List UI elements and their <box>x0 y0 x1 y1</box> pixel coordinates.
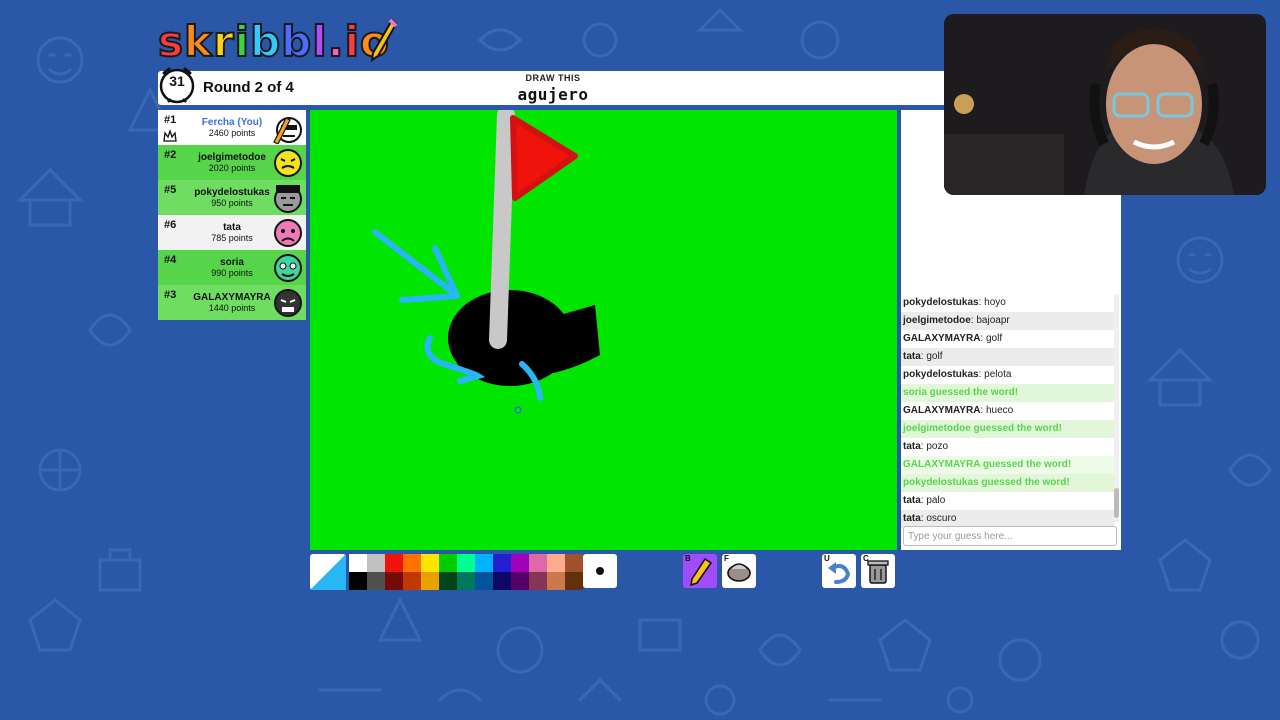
logo-text: skribbl.io <box>157 16 390 67</box>
logo-pencil-icon <box>370 18 398 63</box>
color-swatch[interactable] <box>385 572 403 590</box>
chat-message: pokydelostukas: pelota <box>903 369 1012 380</box>
fill-hotkey: F <box>724 554 729 563</box>
color-swatch[interactable] <box>457 554 475 572</box>
crown-icon <box>163 128 177 142</box>
webcam-overlay <box>944 14 1266 195</box>
player-list: #1 Fercha (You) 2460 points #2 joelgimet… <box>158 110 306 320</box>
round-indicator: Round 2 of 4 <box>203 79 294 96</box>
player-avatar <box>273 117 302 144</box>
chat-guessed-message: pokydelostukas guessed the word! <box>901 474 1114 492</box>
color-preview <box>310 554 346 590</box>
chat-messages: pokydelostukas: hoyo joelgimetodoe: bajo… <box>901 294 1114 528</box>
color-swatch[interactable] <box>511 572 529 590</box>
color-swatch[interactable] <box>475 572 493 590</box>
color-swatch[interactable] <box>565 554 583 572</box>
undo-hotkey: U <box>824 554 830 563</box>
color-swatch[interactable] <box>349 554 367 572</box>
chat-message: tata: palo <box>903 495 946 506</box>
player-row[interactable]: #2 joelgimetodoe 2020 points <box>158 145 306 180</box>
color-swatch[interactable] <box>349 572 367 590</box>
color-swatch[interactable] <box>367 554 385 572</box>
player-avatar <box>274 185 302 213</box>
drawing-canvas[interactable] <box>310 106 897 550</box>
color-palette <box>349 554 583 590</box>
player-avatar <box>274 219 302 247</box>
brush-size-dot <box>596 567 604 575</box>
drawing <box>372 106 600 414</box>
color-swatch[interactable] <box>547 572 565 590</box>
color-swatch[interactable] <box>385 554 403 572</box>
color-swatch[interactable] <box>439 554 457 572</box>
player-row[interactable]: #4 soria 990 points <box>158 250 306 285</box>
clear-button[interactable]: C <box>861 554 895 588</box>
undo-button[interactable]: U <box>822 554 856 588</box>
player-row[interactable]: #5 pokydelostukas 950 points <box>158 180 306 215</box>
chat-guessed-message: GALAXYMAYRA guessed the word! <box>901 456 1114 474</box>
color-swatch[interactable] <box>439 572 457 590</box>
brush-size-selector[interactable] <box>583 554 617 588</box>
clear-hotkey: C <box>863 554 869 563</box>
draw-this-label: DRAW THIS <box>525 73 581 83</box>
guess-input[interactable]: Type your guess here... <box>903 526 1117 546</box>
brush-tool-button[interactable]: B <box>683 554 717 588</box>
chat-message: GALAXYMAYRA: golf <box>903 333 1003 344</box>
player-row[interactable]: #3 GALAXYMAYRA 1440 points <box>158 285 306 320</box>
player-row[interactable]: #6 tata 785 points <box>158 215 306 250</box>
chat-message: tata: pozo <box>903 441 949 452</box>
streamer-webcam <box>944 14 1266 195</box>
timer: 31 <box>158 67 198 107</box>
timer-value: 31 <box>169 73 185 89</box>
color-swatch[interactable] <box>421 572 439 590</box>
current-color-swatch <box>310 554 346 590</box>
color-swatch[interactable] <box>547 554 565 572</box>
color-swatch[interactable] <box>403 572 421 590</box>
brush-hotkey: B <box>685 554 691 563</box>
color-swatch[interactable] <box>457 572 475 590</box>
word-to-draw: agujero <box>517 85 589 104</box>
player-avatar <box>274 254 302 282</box>
color-swatch[interactable] <box>475 554 493 572</box>
color-swatch[interactable] <box>493 572 511 590</box>
player-avatar <box>274 289 302 317</box>
color-swatch[interactable] <box>511 554 529 572</box>
game-header: 31 Round 2 of 4 DRAW THIS agujero <box>158 67 948 105</box>
chat-message: joelgimetodoe: bajoapr <box>901 312 1114 330</box>
color-swatch[interactable] <box>403 554 421 572</box>
color-swatch[interactable] <box>421 554 439 572</box>
chat-message: pokydelostukas: hoyo <box>903 297 1006 308</box>
color-swatch[interactable] <box>529 554 547 572</box>
player-row[interactable]: #1 Fercha (You) 2460 points <box>158 110 306 145</box>
chat-guessed-message: soria guessed the word! <box>901 384 1114 402</box>
color-swatch[interactable] <box>565 572 583 590</box>
chat-scroll-thumb[interactable] <box>1114 488 1119 518</box>
current-color[interactable] <box>310 554 346 590</box>
fill-tool-button[interactable]: F <box>722 554 756 588</box>
color-swatch[interactable] <box>529 572 547 590</box>
chat-message: tata: golf <box>901 348 1114 366</box>
chat-message: GALAXYMAYRA: hueco <box>903 405 1014 416</box>
color-swatch[interactable] <box>367 572 385 590</box>
color-swatch[interactable] <box>493 554 511 572</box>
player-avatar <box>274 149 302 177</box>
skribbl-logo: skribbl.io <box>157 14 398 70</box>
chat-guessed-message: joelgimetodoe guessed the word! <box>901 420 1114 438</box>
